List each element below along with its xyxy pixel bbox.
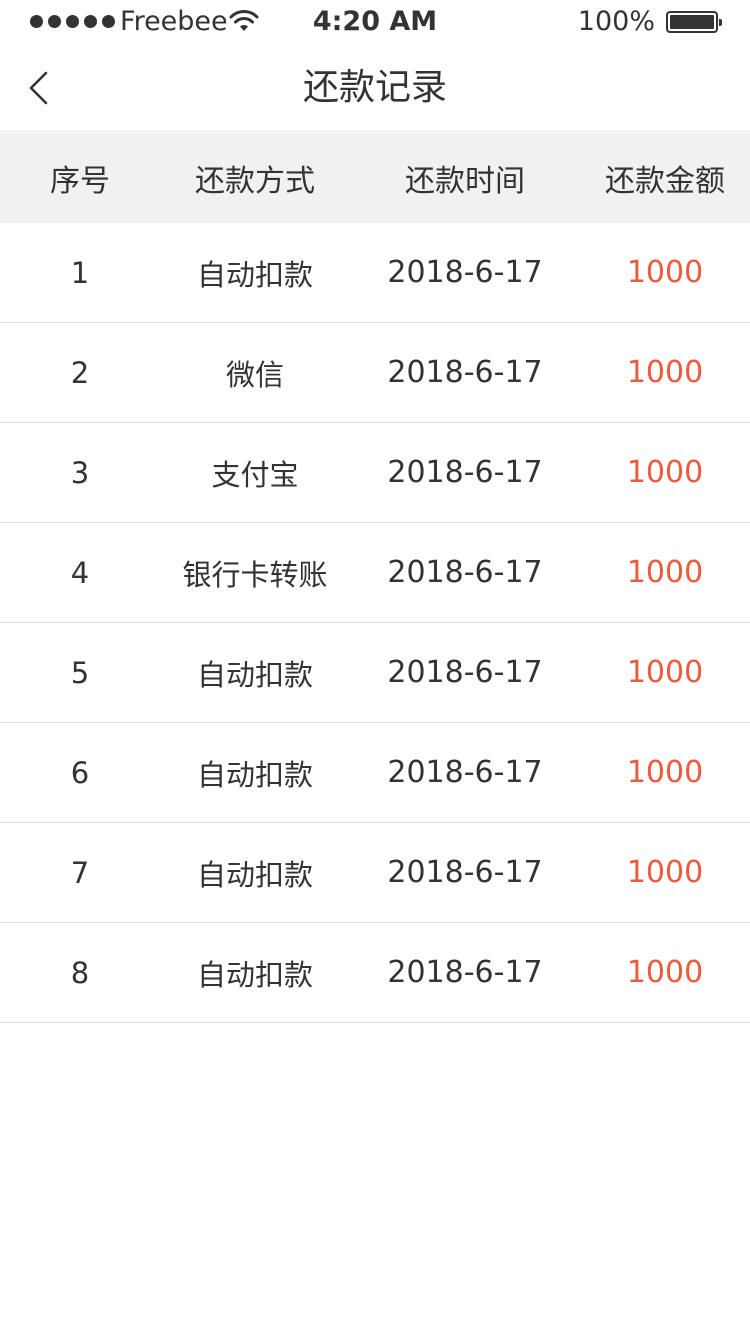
row-date: 2018-6-17 xyxy=(387,255,543,290)
header-amount: 还款金额 xyxy=(605,164,725,199)
table-row[interactable]: 2 微信 2018-6-17 1000 xyxy=(0,323,750,423)
table-row[interactable]: 4 银行卡转账 2018-6-17 1000 xyxy=(0,523,750,623)
row-amount: 1000 xyxy=(626,255,704,290)
row-date: 2018-6-17 xyxy=(387,855,543,890)
table-row[interactable]: 8 自动扣款 2018-6-17 1000 xyxy=(0,923,750,1023)
row-amount: 1000 xyxy=(626,755,704,790)
back-button[interactable] xyxy=(18,64,66,112)
chevron-left-icon xyxy=(29,71,48,105)
row-index: 4 xyxy=(70,555,90,590)
row-method: 自动扣款 xyxy=(196,257,313,292)
row-amount: 1000 xyxy=(626,455,704,490)
table-row[interactable]: 3 支付宝 2018-6-17 1000 xyxy=(0,423,750,523)
row-method: 自动扣款 xyxy=(196,757,313,792)
row-date: 2018-6-17 xyxy=(387,655,543,690)
row-method: 自动扣款 xyxy=(196,657,313,692)
page-title: 还款记录 xyxy=(302,67,447,108)
row-index: 7 xyxy=(70,855,90,890)
row-date: 2018-6-17 xyxy=(387,355,543,390)
row-date: 2018-6-17 xyxy=(387,455,543,490)
row-date: 2018-6-17 xyxy=(387,755,543,790)
row-index: 2 xyxy=(70,355,90,390)
row-date: 2018-6-17 xyxy=(387,955,543,990)
row-amount: 1000 xyxy=(626,355,704,390)
navigation-bar: 还款记录 xyxy=(0,44,750,132)
row-method: 银行卡转账 xyxy=(182,557,328,592)
row-index: 5 xyxy=(70,655,90,690)
row-method: 支付宝 xyxy=(211,457,299,492)
header-index: 序号 xyxy=(50,164,110,199)
row-method: 自动扣款 xyxy=(196,857,313,892)
header-method: 还款方式 xyxy=(195,164,315,199)
row-index: 6 xyxy=(70,755,90,790)
table-row[interactable]: 5 自动扣款 2018-6-17 1000 xyxy=(0,623,750,723)
row-index: 1 xyxy=(70,255,90,290)
table-row[interactable]: 1 自动扣款 2018-6-17 1000 xyxy=(0,223,750,323)
table-row[interactable]: 7 自动扣款 2018-6-17 1000 xyxy=(0,823,750,923)
row-amount: 1000 xyxy=(626,955,704,990)
row-method: 微信 xyxy=(225,357,284,392)
row-index: 3 xyxy=(70,455,90,490)
battery-percentage: 100% xyxy=(577,6,655,37)
repayment-list: 1 自动扣款 2018-6-17 1000 2 微信 2018-6-17 100… xyxy=(0,223,750,1023)
row-amount: 1000 xyxy=(626,855,704,890)
row-method: 自动扣款 xyxy=(196,957,313,992)
status-time: 4:20 AM xyxy=(312,6,438,37)
row-amount: 1000 xyxy=(626,555,704,590)
status-bar: Freebee 4:20 AM 100% xyxy=(0,0,750,44)
table-row[interactable]: 6 自动扣款 2018-6-17 1000 xyxy=(0,723,750,823)
battery-icon xyxy=(666,11,722,33)
row-date: 2018-6-17 xyxy=(387,555,543,590)
row-amount: 1000 xyxy=(626,655,704,690)
row-index: 8 xyxy=(70,955,90,990)
header-date: 还款时间 xyxy=(405,164,525,199)
table-header: 序号 还款方式 还款时间 还款金额 xyxy=(0,133,750,223)
